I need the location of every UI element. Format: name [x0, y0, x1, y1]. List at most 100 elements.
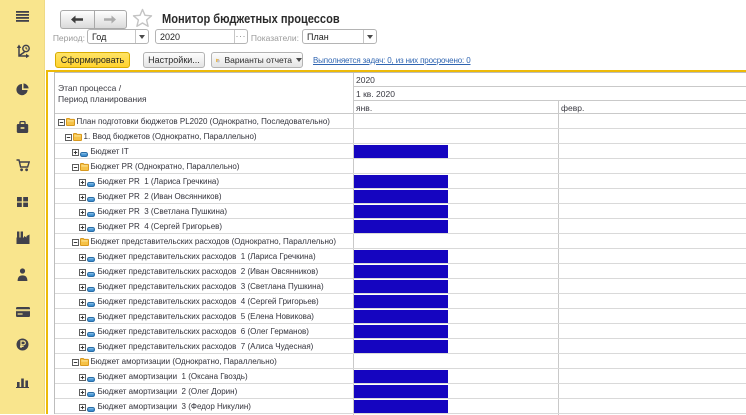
gantt-bar[interactable]	[354, 265, 448, 278]
forward-button[interactable]	[94, 10, 128, 29]
expand-box-icon[interactable]	[79, 268, 86, 275]
expand-box-icon[interactable]	[79, 178, 86, 185]
gantt-bar[interactable]	[354, 310, 448, 323]
collapse-box-icon[interactable]	[72, 163, 79, 170]
indicator-combobox[interactable]: План	[302, 29, 377, 44]
expand-box-icon[interactable]	[79, 283, 86, 290]
tree-row[interactable]: Бюджет PR 4 (Сергей Григорьев)	[55, 219, 746, 234]
gantt-bar[interactable]	[354, 145, 448, 158]
tree-row-label: Бюджет представительских расходов 7 (Али…	[98, 342, 314, 351]
settings-button[interactable]: Настройки...	[143, 52, 205, 68]
gantt-bar[interactable]	[354, 340, 448, 353]
collapse-box-icon[interactable]	[72, 238, 79, 245]
tree-row[interactable]: Бюджет PR (Однократно, Параллельно)	[55, 159, 746, 174]
tree-row[interactable]: Бюджет представительских расходов 2 (Ива…	[55, 264, 746, 279]
period-type-dropdown-button[interactable]	[135, 30, 148, 43]
gantt-bar[interactable]	[354, 295, 448, 308]
gantt-bar[interactable]	[354, 220, 448, 233]
collapse-box-icon[interactable]	[58, 118, 65, 125]
sidebar-briefcase-icon[interactable]	[0, 121, 45, 134]
sidebar-menu-icon[interactable]	[0, 11, 45, 22]
settings-button-label: Настройки...	[148, 55, 200, 65]
report-variants-button[interactable]: Варианты отчета	[211, 52, 303, 68]
task-icon	[87, 254, 95, 264]
tree-row[interactable]: Бюджет представительских расходов 6 (Оле…	[55, 324, 746, 339]
expand-box-icon[interactable]	[79, 208, 86, 215]
expand-box-icon[interactable]	[79, 388, 86, 395]
expand-box-icon[interactable]	[79, 313, 86, 320]
gantt-bar[interactable]	[354, 205, 448, 218]
tree-row[interactable]: Бюджет IT	[55, 144, 746, 159]
indicator-dropdown-button[interactable]	[363, 30, 376, 43]
gantt-bar[interactable]	[354, 385, 448, 398]
tree-row[interactable]: Бюджет PR 3 (Светлана Пушкина)	[55, 204, 746, 219]
sidebar-grid-windows-icon[interactable]	[0, 196, 45, 208]
expand-box-icon[interactable]	[79, 253, 86, 260]
collapse-box-icon[interactable]	[72, 358, 79, 365]
task-icon	[87, 179, 95, 189]
period-value-select-button[interactable]: ...	[234, 30, 247, 43]
section-panel	[0, 0, 45, 414]
expand-box-icon[interactable]	[79, 343, 86, 350]
tree-row[interactable]: Бюджет представительских расходов 1 (Лар…	[55, 249, 746, 264]
sidebar-pie-chart-icon[interactable]	[0, 83, 45, 96]
gantt-bar[interactable]	[354, 250, 448, 263]
expand-box-icon[interactable]	[79, 223, 86, 230]
expand-box-icon[interactable]	[79, 298, 86, 305]
tree-row[interactable]: Бюджет представительских расходов 7 (Али…	[55, 339, 746, 354]
tree-row-label: Бюджет представительских расходов 5 (Еле…	[98, 312, 314, 321]
gantt-bar[interactable]	[354, 280, 448, 293]
gantt-bar[interactable]	[354, 370, 448, 383]
tree-row-label: Бюджет IT	[91, 147, 129, 156]
scale-month-jan-cell: янв.	[353, 101, 558, 114]
tree-row[interactable]: Бюджет представительских расходов 3 (Све…	[55, 279, 746, 294]
ellipsis-icon: ...	[236, 32, 247, 41]
expand-box-icon[interactable]	[79, 193, 86, 200]
tree-row[interactable]: Бюджет представительских расходов 5 (Еле…	[55, 309, 746, 324]
favorite-star-icon[interactable]	[132, 8, 153, 28]
sidebar-factory-icon[interactable]	[0, 231, 45, 244]
sidebar-ruble-circle-icon[interactable]	[0, 338, 45, 351]
tree-row[interactable]: Бюджет амортизации (Однократно, Параллел…	[55, 354, 746, 369]
row-header-cell: Этап процесса / Период планирования	[55, 73, 353, 114]
scale-quarter-label: 1 кв. 2020	[356, 89, 395, 99]
tree-row[interactable]: Бюджет амортизации 3 (Федор Никулин)	[55, 399, 746, 414]
sidebar-bank-card-icon[interactable]	[0, 307, 45, 317]
tree-row[interactable]: Бюджет представительских расходов (Однок…	[55, 234, 746, 249]
tree-row-label: Бюджет амортизации 1 (Оксана Гвоздь)	[98, 372, 248, 381]
sidebar-shopping-cart-icon[interactable]	[0, 159, 45, 172]
gantt-grid: Этап процесса / Период планирования 2020…	[54, 72, 746, 414]
sidebar-person-icon[interactable]	[0, 268, 45, 281]
gantt-bar[interactable]	[354, 175, 448, 188]
expand-box-icon[interactable]	[79, 328, 86, 335]
task-icon	[87, 374, 95, 384]
nav-buttons	[60, 10, 127, 28]
running-tasks-link[interactable]: Выполняется задач: 0, из них просрочено:…	[313, 56, 471, 65]
expand-box-icon[interactable]	[79, 373, 86, 380]
collapse-box-icon[interactable]	[65, 133, 72, 140]
period-type-combobox[interactable]: Год	[87, 29, 149, 44]
tree-row[interactable]: Бюджет PR 1 (Лариса Гречкина)	[55, 174, 746, 189]
gantt-bar[interactable]	[354, 325, 448, 338]
back-button[interactable]	[60, 10, 94, 29]
tree-row[interactable]: Бюджет PR 2 (Иван Овсянников)	[55, 189, 746, 204]
tree-row[interactable]: Бюджет амортизации 2 (Олег Дорин)	[55, 384, 746, 399]
gantt-bar[interactable]	[354, 400, 448, 413]
sidebar-kpi-history-icon[interactable]	[0, 44, 45, 58]
sidebar-bar-chart-icon[interactable]	[0, 376, 45, 388]
period-value-input[interactable]: 2020 ...	[155, 29, 248, 44]
gantt-bar[interactable]	[354, 190, 448, 203]
tree-row-label: Бюджет представительских расходов 3 (Све…	[98, 282, 324, 291]
tree-row-label: Бюджет амортизации 2 (Олег Дорин)	[98, 387, 238, 396]
tree-row[interactable]: 1. Ввод бюджетов (Однократно, Параллельн…	[55, 129, 746, 144]
task-icon	[87, 389, 95, 399]
task-icon	[87, 284, 95, 294]
generate-button[interactable]: Сформировать	[55, 52, 130, 68]
expand-box-icon[interactable]	[72, 148, 79, 155]
tree-row[interactable]: Бюджет представительских расходов 4 (Сер…	[55, 294, 746, 309]
report-variants-label: Варианты отчета	[225, 55, 293, 65]
expand-box-icon[interactable]	[79, 403, 86, 410]
tree-row[interactable]: План подготовки бюджетов PL2020 (Однокра…	[55, 114, 746, 129]
scale-month-jan-label: янв.	[356, 103, 372, 113]
tree-row[interactable]: Бюджет амортизации 1 (Оксана Гвоздь)	[55, 369, 746, 384]
